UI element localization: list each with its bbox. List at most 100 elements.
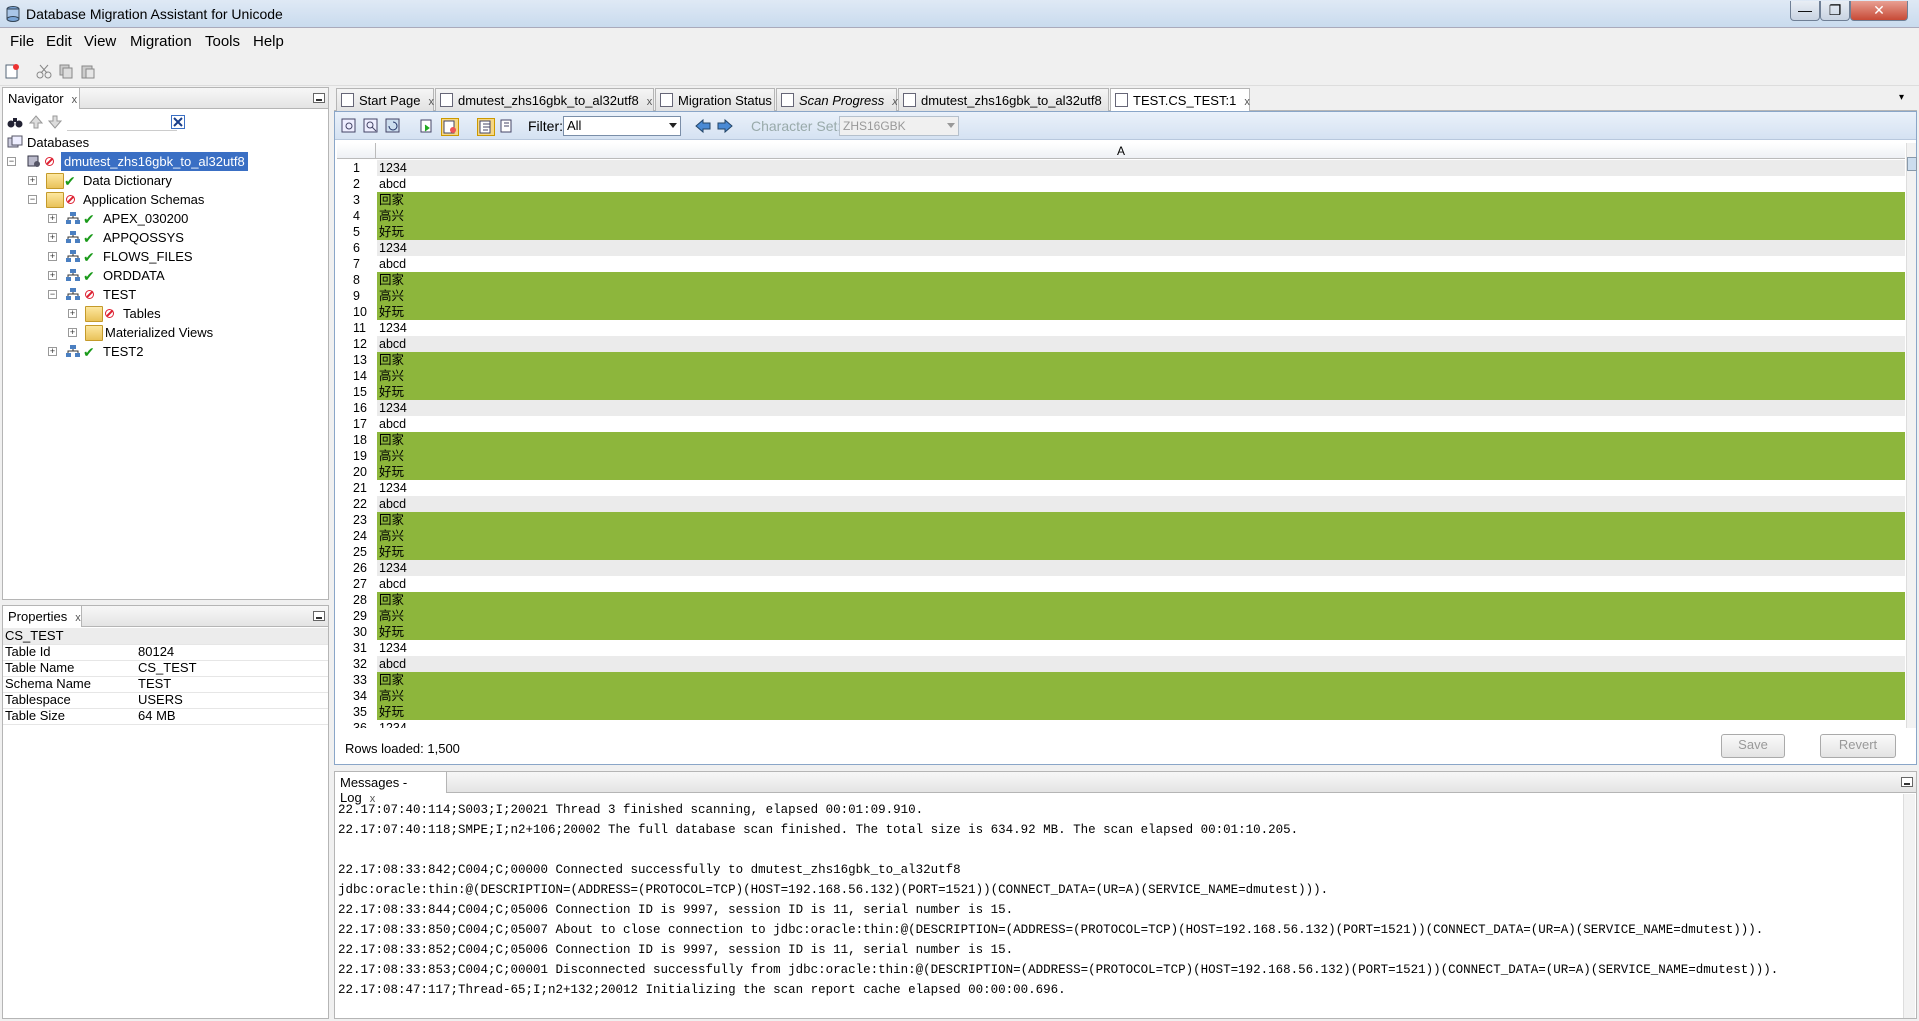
table-row[interactable]: 24 高兴 bbox=[337, 528, 1905, 544]
table-row[interactable]: 32 abcd bbox=[337, 656, 1905, 672]
table-cell[interactable]: 回家 bbox=[377, 352, 1905, 368]
save-button[interactable]: Save bbox=[1721, 734, 1785, 758]
view-icon[interactable] bbox=[341, 118, 357, 134]
table-cell[interactable]: 高兴 bbox=[377, 608, 1905, 624]
menu-help[interactable]: Help bbox=[253, 33, 284, 50]
table-row[interactable]: 25 好玩 bbox=[337, 544, 1905, 560]
table-cell[interactable]: 1234 bbox=[377, 720, 1905, 728]
refresh-icon[interactable] bbox=[385, 118, 401, 134]
table-row[interactable]: 28 回家 bbox=[337, 592, 1905, 608]
table-row[interactable]: 1 1234 bbox=[337, 160, 1905, 176]
table-cell[interactable]: 回家 bbox=[377, 592, 1905, 608]
import-icon[interactable] bbox=[419, 118, 435, 134]
minimize-panel-icon[interactable] bbox=[313, 93, 325, 103]
revert-button[interactable]: Revert bbox=[1820, 734, 1896, 758]
expand-icon[interactable]: + bbox=[48, 214, 57, 223]
table-cell[interactable]: 1234 bbox=[377, 240, 1905, 256]
table-cell[interactable]: 好玩 bbox=[377, 304, 1905, 320]
minimize-button[interactable]: — bbox=[1790, 1, 1820, 21]
tab-properties[interactable]: Properties x bbox=[3, 606, 82, 627]
grid-vertical-scrollbar[interactable] bbox=[1906, 143, 1917, 728]
table-row[interactable]: 31 1234 bbox=[337, 640, 1905, 656]
table-cell[interactable]: 好玩 bbox=[377, 624, 1905, 640]
table-cell[interactable]: 1234 bbox=[377, 640, 1905, 656]
charset-select[interactable]: ZHS16GBK bbox=[839, 116, 959, 136]
table-row[interactable]: 21 1234 bbox=[337, 480, 1905, 496]
menu-view[interactable]: View bbox=[84, 33, 116, 50]
forward-icon[interactable] bbox=[717, 118, 733, 134]
tab-scan-progress[interactable]: Scan Progress x bbox=[776, 88, 898, 111]
table-cell[interactable]: 好玩 bbox=[377, 544, 1905, 560]
tree-databases[interactable]: Databases bbox=[7, 133, 89, 152]
table-cell[interactable]: 1234 bbox=[377, 560, 1905, 576]
table-row[interactable]: 13 回家 bbox=[337, 352, 1905, 368]
expand-icon[interactable]: + bbox=[48, 252, 57, 261]
menu-file[interactable]: File bbox=[10, 33, 34, 50]
column-header-a[interactable]: A bbox=[1117, 144, 1125, 158]
expand-icon[interactable]: + bbox=[48, 347, 57, 356]
arrow-up-icon[interactable] bbox=[29, 115, 43, 129]
expand-icon[interactable]: + bbox=[48, 233, 57, 242]
table-cell[interactable]: abcd bbox=[377, 576, 1905, 592]
close-icon[interactable]: x bbox=[892, 96, 898, 108]
table-row[interactable]: 4 高兴 bbox=[337, 208, 1905, 224]
copy-icon[interactable] bbox=[58, 63, 74, 79]
table-row[interactable]: 2 abcd bbox=[337, 176, 1905, 192]
tab-navigator[interactable]: Navigator x bbox=[3, 88, 80, 109]
table-cell[interactable]: 1234 bbox=[377, 480, 1905, 496]
table-cell[interactable]: 好玩 bbox=[377, 384, 1905, 400]
tab-dmutest-db-2[interactable]: dmutest_zhs16gbk_to_al32utf8x bbox=[898, 88, 1115, 111]
minimize-panel-icon[interactable] bbox=[1901, 777, 1913, 787]
table-row[interactable]: 27 abcd bbox=[337, 576, 1905, 592]
menu-migration[interactable]: Migration bbox=[130, 33, 192, 50]
tab-list-icon[interactable]: ▾ bbox=[1899, 92, 1904, 103]
close-icon[interactable]: x bbox=[1244, 96, 1250, 108]
close-icon[interactable]: x bbox=[428, 96, 434, 108]
scrollbar-thumb[interactable] bbox=[1907, 157, 1917, 171]
table-cell[interactable]: abcd bbox=[377, 416, 1905, 432]
table-row[interactable]: 15 好玩 bbox=[337, 384, 1905, 400]
edit-icon[interactable] bbox=[441, 118, 459, 136]
table-cell[interactable]: 高兴 bbox=[377, 368, 1905, 384]
collapse-icon[interactable]: − bbox=[48, 290, 57, 299]
table-row[interactable]: 14 高兴 bbox=[337, 368, 1905, 384]
table-row[interactable]: 16 1234 bbox=[337, 400, 1905, 416]
table-row[interactable]: 30 好玩 bbox=[337, 624, 1905, 640]
table-row[interactable]: 23 回家 bbox=[337, 512, 1905, 528]
table-row[interactable]: 8 回家 bbox=[337, 272, 1905, 288]
table-row[interactable]: 22 abcd bbox=[337, 496, 1905, 512]
new-icon[interactable] bbox=[4, 63, 20, 79]
filter-icon[interactable] bbox=[477, 118, 495, 136]
table-row[interactable]: 29 高兴 bbox=[337, 608, 1905, 624]
table-cell[interactable]: abcd bbox=[377, 656, 1905, 672]
filter-select[interactable]: All bbox=[563, 116, 681, 136]
table-row[interactable]: 9 高兴 bbox=[337, 288, 1905, 304]
table-cell[interactable]: 高兴 bbox=[377, 688, 1905, 704]
table-row[interactable]: 6 1234 bbox=[337, 240, 1905, 256]
menu-edit[interactable]: Edit bbox=[46, 33, 72, 50]
table-cell[interactable]: 回家 bbox=[377, 272, 1905, 288]
expand-icon[interactable]: + bbox=[68, 309, 77, 318]
tab-start-page[interactable]: Start Page x bbox=[336, 88, 434, 111]
table-cell[interactable]: abcd bbox=[377, 176, 1905, 192]
log-vertical-scrollbar[interactable] bbox=[1903, 794, 1915, 1018]
table-cell[interactable]: 回家 bbox=[377, 432, 1905, 448]
tab-dmutest-db[interactable]: dmutest_zhs16gbk_to_al32utf8 x bbox=[435, 88, 654, 111]
tab-migration-status[interactable]: Migration Statusx bbox=[655, 88, 785, 111]
expand-icon[interactable]: + bbox=[28, 176, 37, 185]
table-row[interactable]: 19 高兴 bbox=[337, 448, 1905, 464]
table-cell[interactable]: 好玩 bbox=[377, 464, 1905, 480]
close-icon[interactable]: x bbox=[75, 612, 81, 624]
expand-icon[interactable]: + bbox=[48, 271, 57, 280]
maximize-button[interactable]: ❐ bbox=[1820, 1, 1850, 21]
table-cell[interactable]: 高兴 bbox=[377, 448, 1905, 464]
table-cell[interactable]: 回家 bbox=[377, 512, 1905, 528]
table-cell[interactable]: 高兴 bbox=[377, 288, 1905, 304]
table-row[interactable]: 20 好玩 bbox=[337, 464, 1905, 480]
tab-messages-log[interactable]: Messages - Log x bbox=[335, 772, 447, 805]
binoculars-icon[interactable] bbox=[7, 115, 23, 129]
table-row[interactable]: 18 回家 bbox=[337, 432, 1905, 448]
expand-icon[interactable]: + bbox=[68, 328, 77, 337]
table-cell[interactable]: 1234 bbox=[377, 160, 1905, 176]
table-cell[interactable]: 高兴 bbox=[377, 528, 1905, 544]
